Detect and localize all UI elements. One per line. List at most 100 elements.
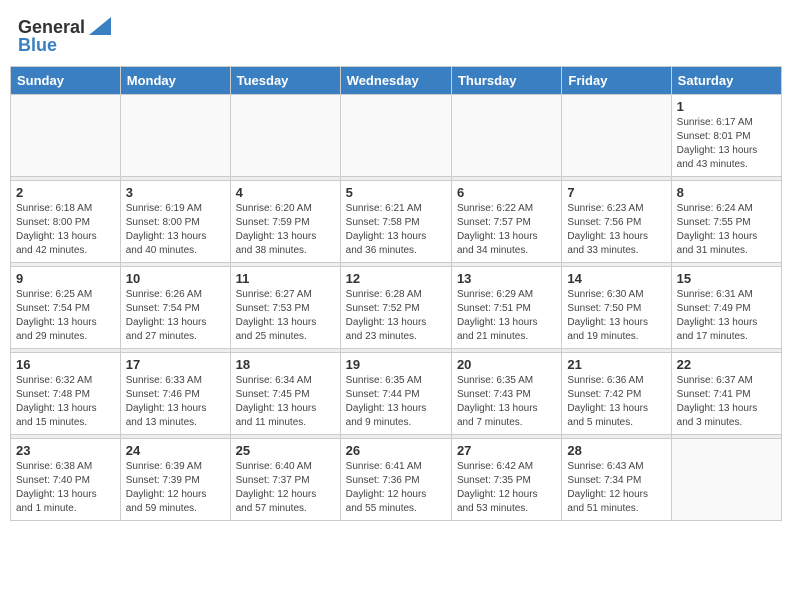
day-info-text: Sunrise: 6:26 AM Sunset: 7:54 PM Dayligh… [126,288,225,344]
calendar-cell [671,439,781,521]
calendar-week-row: 2Sunrise: 6:18 AM Sunset: 8:00 PM Daylig… [11,181,782,263]
calendar-cell [451,95,561,177]
day-number: 24 [126,443,225,458]
calendar-cell: 18 Sunrise: 6:34 AM Sunset: 7:45 PM Dayli… [230,353,340,435]
day-info-text: Sunrise: 6:40 AM Sunset: 7:37 PM Dayligh… [236,460,335,516]
calendar-cell: 15 Sunrise: 6:31 AM Sunset: 7:49 PM Dayli… [671,267,781,349]
day-number: 8 [677,185,776,200]
calendar-cell: 21 Sunrise: 6:36 AM Sunset: 7:42 PM Dayli… [562,353,671,435]
day-info-text: Sunrise: 6:20 AM Sunset: 7:59 PM Dayligh… [236,202,335,258]
day-info-text: Sunrise: 6:22 AM Sunset: 7:57 PM Dayligh… [457,202,556,258]
calendar-week-row: 9Sunrise: 6:25 AM Sunset: 7:54 PM Daylig… [11,267,782,349]
logo-triangle-icon [89,17,111,35]
logo-blue-text: Blue [18,36,57,54]
day-number: 22 [677,357,776,372]
weekday-header-saturday: Saturday [671,67,781,95]
day-number: 18 [236,357,335,372]
day-number: 21 [567,357,665,372]
calendar-cell: 4 Sunrise: 6:20 AM Sunset: 7:59 PM Daylig… [230,181,340,263]
calendar-cell: 28Sunrise: 6:43 AM Sunset: 7:34 PM Dayli… [562,439,671,521]
calendar-cell: 8Sunrise: 6:24 AM Sunset: 7:55 PM Daylig… [671,181,781,263]
calendar-cell: 23Sunrise: 6:38 AM Sunset: 7:40 PM Dayli… [11,439,121,521]
day-number: 19 [346,357,446,372]
calendar-cell: 3 Sunrise: 6:19 AM Sunset: 8:00 PM Daylig… [120,181,230,263]
day-info-text: Sunrise: 6:35 AM Sunset: 7:43 PM Dayligh… [457,374,556,430]
day-number: 13 [457,271,556,286]
weekday-header-friday: Friday [562,67,671,95]
calendar-cell: 5 Sunrise: 6:21 AM Sunset: 7:58 PM Daylig… [340,181,451,263]
calendar-cell [562,95,671,177]
calendar-cell: 7 Sunrise: 6:23 AM Sunset: 7:56 PM Daylig… [562,181,671,263]
day-number: 27 [457,443,556,458]
calendar-cell: 16 Sunrise: 6:32 AM Sunset: 7:48 PM Dayli… [11,353,121,435]
day-info-text: Sunrise: 6:36 AM Sunset: 7:42 PM Dayligh… [567,374,665,430]
day-number: 26 [346,443,446,458]
calendar-cell: 14Sunrise: 6:30 AM Sunset: 7:50 PM Dayli… [562,267,671,349]
day-info-text: Sunrise: 6:18 AM Sunset: 8:00 PM Dayligh… [16,202,115,258]
calendar-cell: 10 Sunrise: 6:26 AM Sunset: 7:54 PM Dayli… [120,267,230,349]
day-number: 3 [126,185,225,200]
day-number: 1 [677,99,776,114]
day-info-text: Sunrise: 6:42 AM Sunset: 7:35 PM Dayligh… [457,460,556,516]
calendar-cell: 13 Sunrise: 6:29 AM Sunset: 7:51 PM Dayli… [451,267,561,349]
day-number: 11 [236,271,335,286]
weekday-header-tuesday: Tuesday [230,67,340,95]
day-number: 17 [126,357,225,372]
day-info-text: Sunrise: 6:31 AM Sunset: 7:49 PM Dayligh… [677,288,776,344]
day-info-text: Sunrise: 6:37 AM Sunset: 7:41 PM Dayligh… [677,374,776,430]
weekday-header-monday: Monday [120,67,230,95]
calendar-cell: 22 Sunrise: 6:37 AM Sunset: 7:41 PM Dayli… [671,353,781,435]
day-info-text: Sunrise: 6:21 AM Sunset: 7:58 PM Dayligh… [346,202,446,258]
day-info-text: Sunrise: 6:35 AM Sunset: 7:44 PM Dayligh… [346,374,446,430]
calendar-cell: 20 Sunrise: 6:35 AM Sunset: 7:43 PM Dayli… [451,353,561,435]
day-info-text: Sunrise: 6:19 AM Sunset: 8:00 PM Dayligh… [126,202,225,258]
calendar-cell: 11 Sunrise: 6:27 AM Sunset: 7:53 PM Dayli… [230,267,340,349]
day-number: 5 [346,185,446,200]
page-header: General Blue [10,10,782,58]
day-info-text: Sunrise: 6:27 AM Sunset: 7:53 PM Dayligh… [236,288,335,344]
day-info-text: Sunrise: 6:23 AM Sunset: 7:56 PM Dayligh… [567,202,665,258]
day-info-text: Sunrise: 6:39 AM Sunset: 7:39 PM Dayligh… [126,460,225,516]
calendar-week-row: 1 Sunrise: 6:17 AM Sunset: 8:01 PM Daylig… [11,95,782,177]
day-number: 12 [346,271,446,286]
day-number: 10 [126,271,225,286]
calendar-cell: 1 Sunrise: 6:17 AM Sunset: 8:01 PM Daylig… [671,95,781,177]
calendar-cell: 2Sunrise: 6:18 AM Sunset: 8:00 PM Daylig… [11,181,121,263]
calendar-cell [230,95,340,177]
calendar-cell [120,95,230,177]
weekday-header-thursday: Thursday [451,67,561,95]
day-number: 23 [16,443,115,458]
day-info-text: Sunrise: 6:34 AM Sunset: 7:45 PM Dayligh… [236,374,335,430]
day-info-text: Sunrise: 6:29 AM Sunset: 7:51 PM Dayligh… [457,288,556,344]
weekday-header-row: SundayMondayTuesdayWednesdayThursdayFrid… [11,67,782,95]
weekday-header-wednesday: Wednesday [340,67,451,95]
calendar-cell: 12 Sunrise: 6:28 AM Sunset: 7:52 PM Dayli… [340,267,451,349]
calendar-cell: 19 Sunrise: 6:35 AM Sunset: 7:44 PM Dayli… [340,353,451,435]
day-number: 4 [236,185,335,200]
day-number: 15 [677,271,776,286]
calendar-cell: 27 Sunrise: 6:42 AM Sunset: 7:35 PM Dayli… [451,439,561,521]
day-number: 14 [567,271,665,286]
logo: General Blue [18,18,111,54]
day-number: 25 [236,443,335,458]
calendar-week-row: 23Sunrise: 6:38 AM Sunset: 7:40 PM Dayli… [11,439,782,521]
calendar-week-row: 16 Sunrise: 6:32 AM Sunset: 7:48 PM Dayli… [11,353,782,435]
day-number: 9 [16,271,115,286]
calendar-cell: 9Sunrise: 6:25 AM Sunset: 7:54 PM Daylig… [11,267,121,349]
day-info-text: Sunrise: 6:32 AM Sunset: 7:48 PM Dayligh… [16,374,115,430]
calendar-cell [11,95,121,177]
calendar-cell: 17 Sunrise: 6:33 AM Sunset: 7:46 PM Dayli… [120,353,230,435]
calendar-table: SundayMondayTuesdayWednesdayThursdayFrid… [10,66,782,521]
logo-general-text: General [18,18,85,36]
day-info-text: Sunrise: 6:17 AM Sunset: 8:01 PM Dayligh… [677,116,776,172]
day-number: 20 [457,357,556,372]
day-info-text: Sunrise: 6:28 AM Sunset: 7:52 PM Dayligh… [346,288,446,344]
calendar-cell: 24 Sunrise: 6:39 AM Sunset: 7:39 PM Dayli… [120,439,230,521]
calendar-cell [340,95,451,177]
weekday-header-sunday: Sunday [11,67,121,95]
day-number: 6 [457,185,556,200]
day-info-text: Sunrise: 6:33 AM Sunset: 7:46 PM Dayligh… [126,374,225,430]
day-number: 7 [567,185,665,200]
day-number: 16 [16,357,115,372]
calendar-cell: 25 Sunrise: 6:40 AM Sunset: 7:37 PM Dayli… [230,439,340,521]
